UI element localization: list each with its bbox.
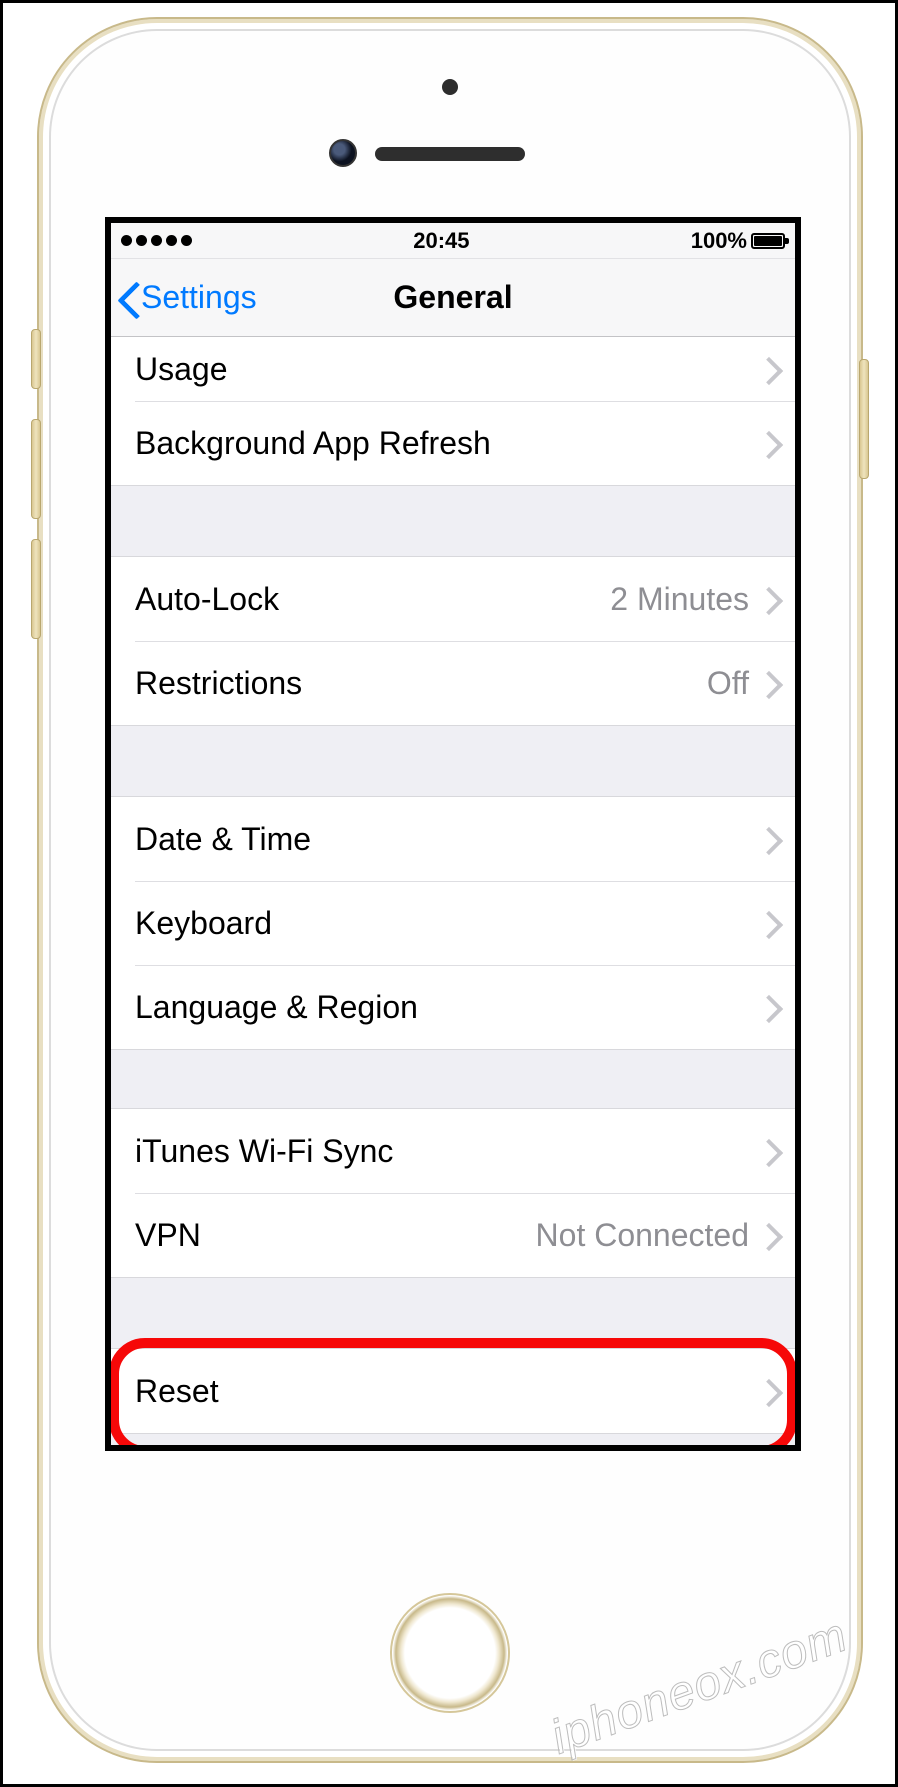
group-spacer bbox=[111, 1278, 795, 1348]
cell-label: Date & Time bbox=[135, 821, 759, 858]
page-frame: 20:45 100% Settings General bbox=[0, 0, 898, 1787]
cell-vpn[interactable]: VPN Not Connected bbox=[111, 1193, 795, 1277]
chevron-right-icon bbox=[759, 356, 775, 382]
chevron-right-icon bbox=[759, 670, 775, 696]
cell-label: VPN bbox=[135, 1217, 536, 1254]
cell-language-region[interactable]: Language & Region bbox=[111, 965, 795, 1049]
settings-group: Reset bbox=[111, 1348, 795, 1434]
chevron-left-icon bbox=[117, 281, 139, 317]
cell-date-time[interactable]: Date & Time bbox=[111, 797, 795, 881]
cell-label: Auto-Lock bbox=[135, 581, 610, 618]
mute-switch bbox=[31, 329, 41, 389]
group-spacer bbox=[111, 486, 795, 556]
cell-label: Language & Region bbox=[135, 989, 759, 1026]
cell-label: Reset bbox=[135, 1373, 759, 1410]
chevron-right-icon bbox=[759, 1378, 775, 1404]
battery-percentage: 100% bbox=[691, 228, 747, 254]
phone-body: 20:45 100% Settings General bbox=[37, 17, 863, 1763]
cell-background-app-refresh[interactable]: Background App Refresh bbox=[111, 401, 795, 485]
cell-auto-lock[interactable]: Auto-Lock 2 Minutes bbox=[111, 557, 795, 641]
chevron-right-icon bbox=[759, 994, 775, 1020]
cell-restrictions[interactable]: Restrictions Off bbox=[111, 641, 795, 725]
cell-value: Not Connected bbox=[536, 1217, 749, 1254]
front-camera bbox=[329, 139, 357, 167]
cell-label: Background App Refresh bbox=[135, 425, 759, 462]
cell-label: iTunes Wi-Fi Sync bbox=[135, 1133, 759, 1170]
status-right: 100% bbox=[691, 228, 785, 254]
chevron-right-icon bbox=[759, 586, 775, 612]
chevron-right-icon bbox=[759, 1138, 775, 1164]
volume-down-button bbox=[31, 539, 41, 639]
screen: 20:45 100% Settings General bbox=[105, 217, 801, 1451]
battery-icon bbox=[751, 233, 785, 249]
earpiece-speaker bbox=[375, 147, 525, 161]
settings-group: iTunes Wi-Fi Sync VPN Not Connected bbox=[111, 1108, 795, 1278]
cell-label: Keyboard bbox=[135, 905, 759, 942]
chevron-right-icon bbox=[759, 826, 775, 852]
chevron-right-icon bbox=[759, 910, 775, 936]
chevron-right-icon bbox=[759, 1222, 775, 1248]
back-button-label: Settings bbox=[141, 279, 257, 316]
volume-up-button bbox=[31, 419, 41, 519]
cell-label: Usage bbox=[135, 351, 759, 388]
group-spacer bbox=[111, 1050, 795, 1108]
chevron-right-icon bbox=[759, 430, 775, 456]
group-spacer bbox=[111, 726, 795, 796]
back-button[interactable]: Settings bbox=[111, 279, 257, 316]
settings-list[interactable]: Usage Background App Refresh Auto-Lock 2… bbox=[111, 337, 795, 1445]
status-bar: 20:45 100% bbox=[111, 223, 795, 259]
status-time: 20:45 bbox=[192, 228, 691, 254]
nav-bar: Settings General bbox=[111, 259, 795, 337]
cell-usage[interactable]: Usage bbox=[111, 337, 795, 401]
highlight-wrap: Reset bbox=[111, 1348, 795, 1434]
cell-value: 2 Minutes bbox=[610, 581, 749, 618]
cell-label: Restrictions bbox=[135, 665, 707, 702]
cell-keyboard[interactable]: Keyboard bbox=[111, 881, 795, 965]
home-button[interactable] bbox=[390, 1593, 510, 1713]
settings-group: Usage Background App Refresh bbox=[111, 337, 795, 486]
power-button bbox=[859, 359, 869, 479]
signal-strength-icon bbox=[121, 235, 192, 246]
settings-group: Auto-Lock 2 Minutes Restrictions Off bbox=[111, 556, 795, 726]
proximity-sensor bbox=[442, 79, 458, 95]
cell-itunes-wifi-sync[interactable]: iTunes Wi-Fi Sync bbox=[111, 1109, 795, 1193]
cell-value: Off bbox=[707, 665, 749, 702]
cell-reset[interactable]: Reset bbox=[111, 1349, 795, 1433]
settings-group: Date & Time Keyboard Language & Region bbox=[111, 796, 795, 1050]
